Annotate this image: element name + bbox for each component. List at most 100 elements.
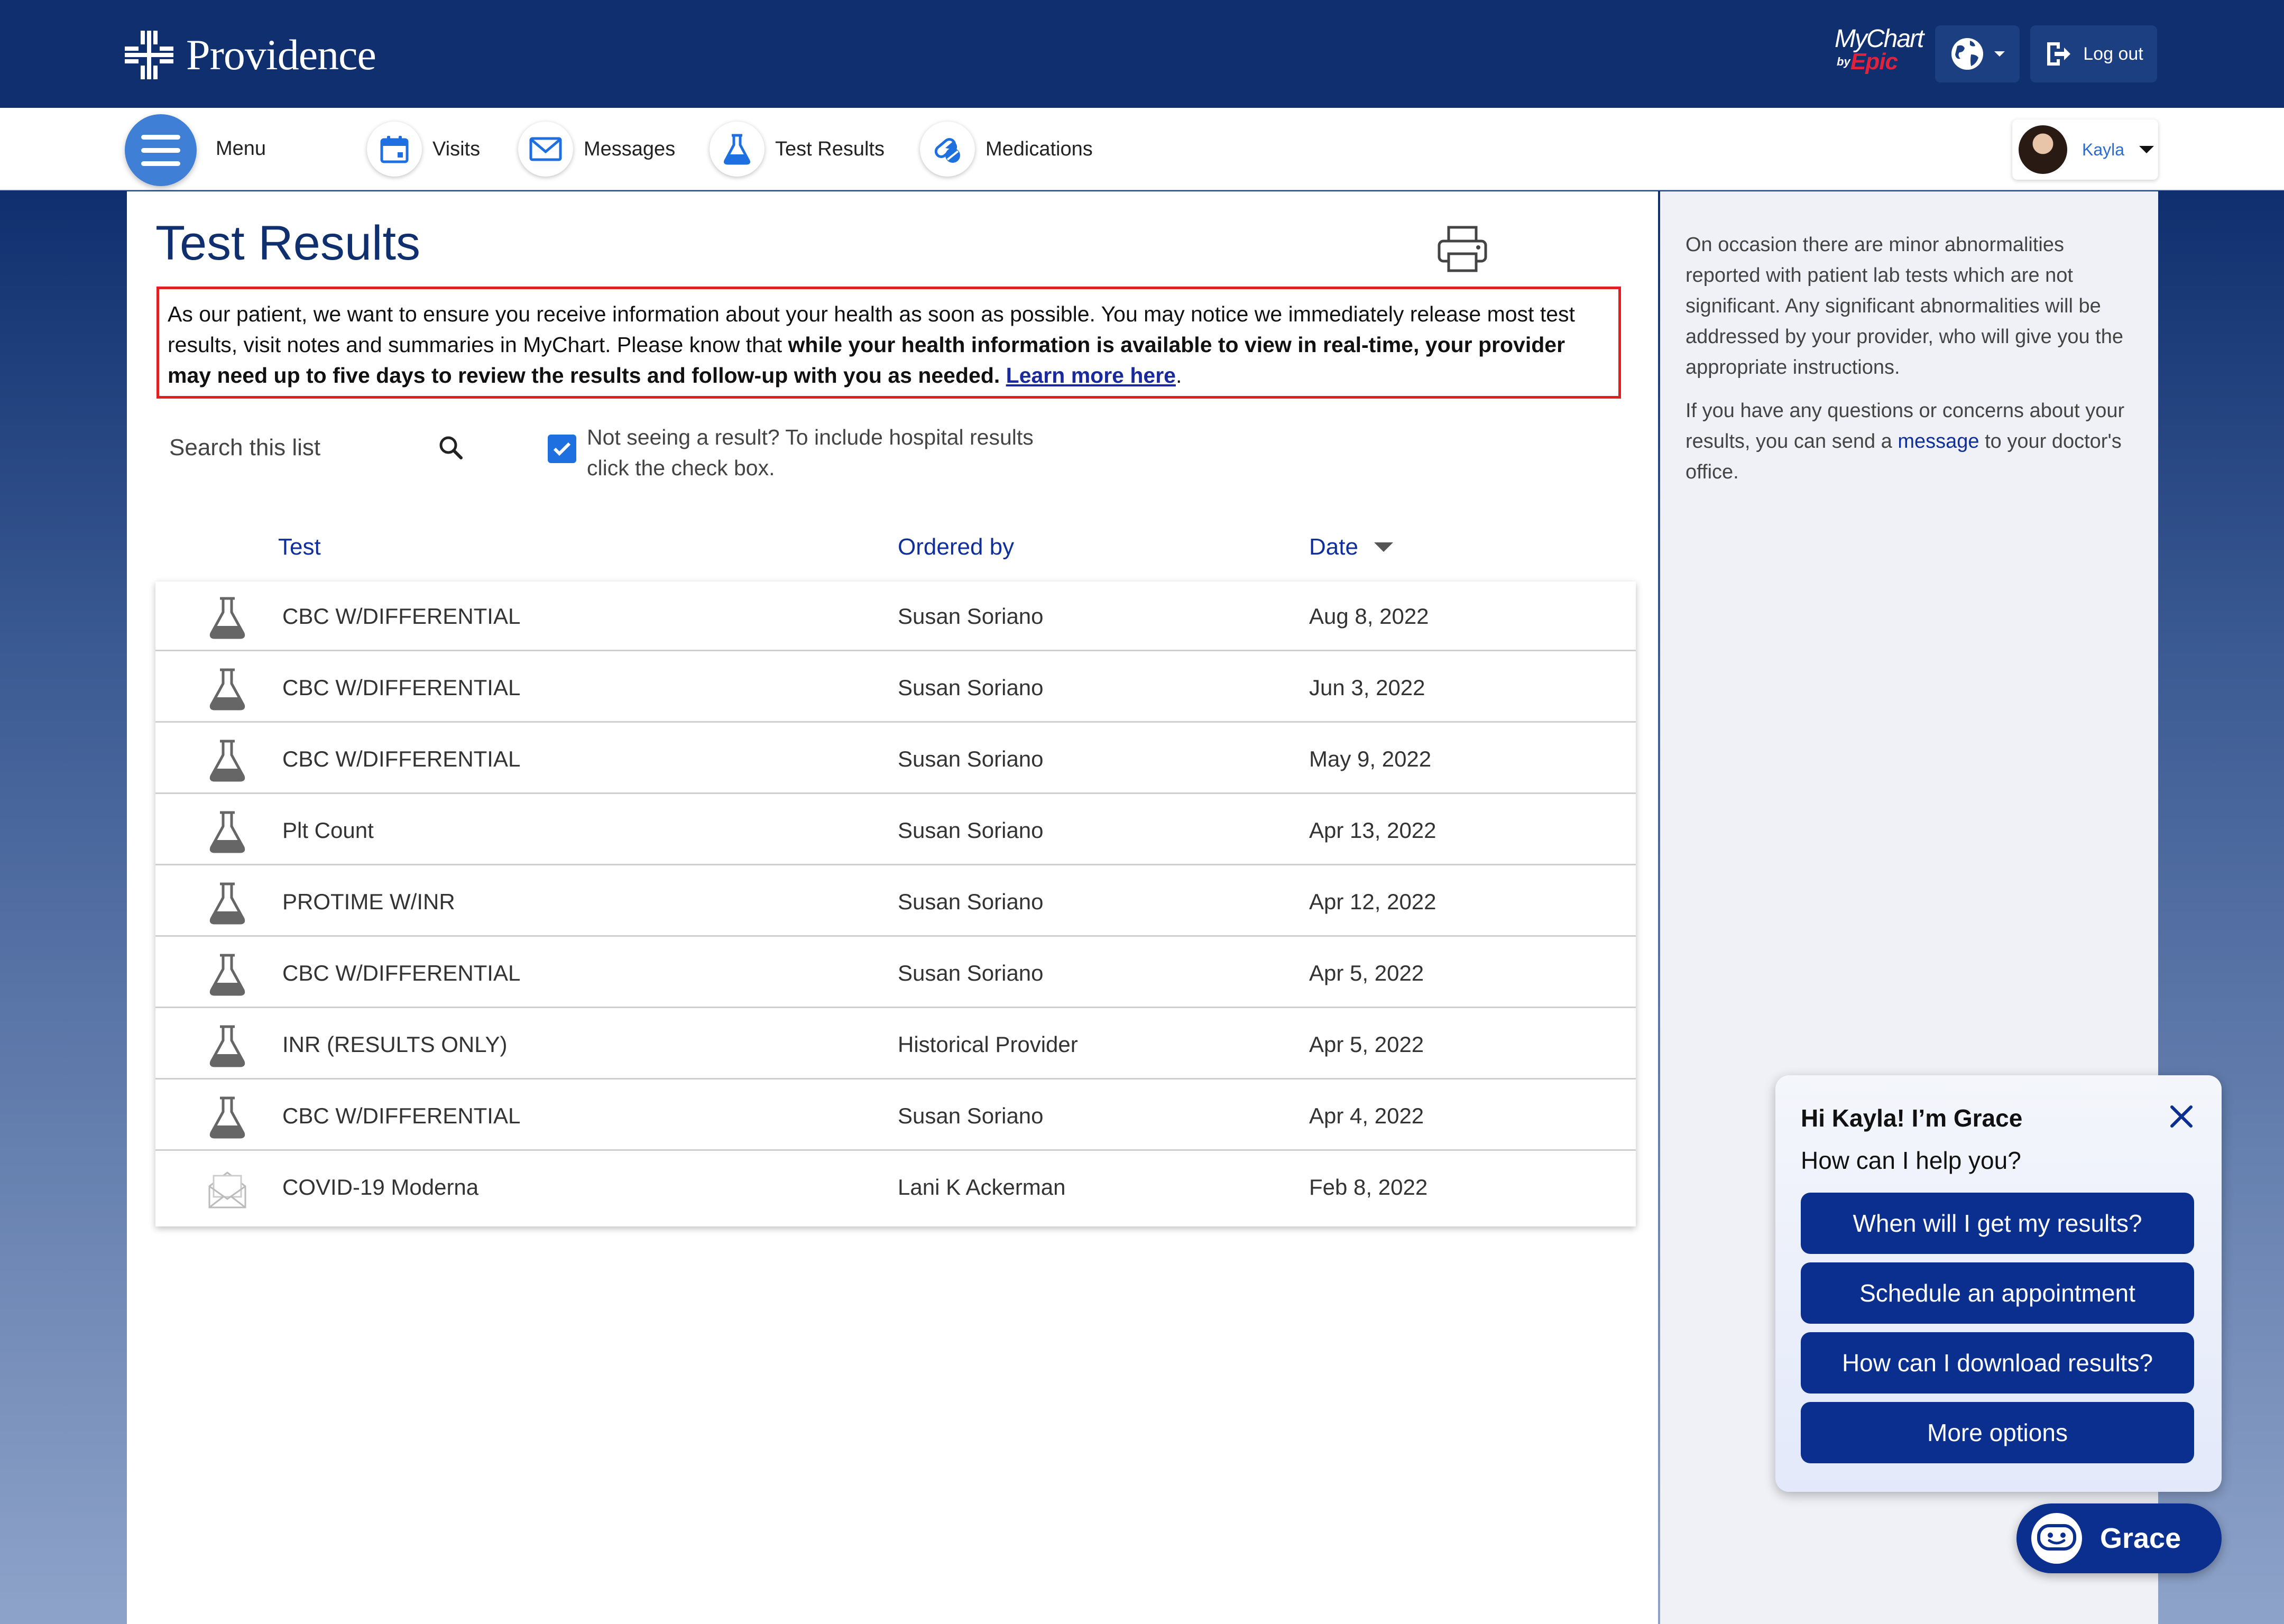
nav-item-messages[interactable]: Messages xyxy=(518,122,675,177)
test-name: Plt Count xyxy=(282,818,374,843)
checkmark-icon xyxy=(553,442,571,456)
grace-chat-panel: Hi Kayla! I’m Grace How can I help you? … xyxy=(1775,1075,2222,1492)
chat-greeting: Hi Kayla! I’m Grace xyxy=(1801,1104,2023,1132)
ordered-by: Lani K Ackerman xyxy=(898,1175,1066,1199)
sidebar-paragraph-abnormalities: On occasion there are minor abnormalitie… xyxy=(1686,234,2124,379)
logout-icon xyxy=(2047,42,2071,66)
flask-icon xyxy=(209,740,245,782)
nav-item-visits[interactable]: Visits xyxy=(367,122,480,177)
message-link[interactable]: message xyxy=(1898,430,1979,453)
table-row[interactable]: CBC W/DIFFERENTIAL Susan Soriano Jun 3, … xyxy=(155,653,1636,723)
hamburger-bar xyxy=(141,147,180,153)
nav-bar: Menu Visits Messages Test Results Medica… xyxy=(0,108,2284,190)
language-button[interactable] xyxy=(1935,25,2020,82)
close-icon[interactable] xyxy=(2167,1102,2196,1131)
search-icon[interactable] xyxy=(437,433,466,463)
mychart-by-text: by xyxy=(1837,55,1850,68)
print-icon[interactable] xyxy=(1437,225,1488,273)
flask-icon xyxy=(724,134,750,165)
chatbot-face-glyph xyxy=(2037,1524,2076,1551)
sort-descending-icon xyxy=(1374,542,1393,552)
nav-icon-wrap xyxy=(367,122,422,177)
nav-icon-wrap xyxy=(920,122,975,177)
table-row[interactable]: CBC W/DIFFERENTIAL Susan Soriano Apr 4, … xyxy=(155,1081,1636,1151)
avatar xyxy=(2019,125,2067,174)
include-hospital-label: Not seeing a result? To include hospital… xyxy=(587,425,1034,480)
column-header-ordered-by[interactable]: Ordered by xyxy=(898,534,1014,560)
nav-item-test-results[interactable]: Test Results xyxy=(710,122,885,177)
main-panel: Test Results As our patient, we want to … xyxy=(127,191,1658,1624)
chat-option-more[interactable]: More options xyxy=(1801,1402,2194,1463)
table-row[interactable]: CBC W/DIFFERENTIAL Susan Soriano Aug 8, … xyxy=(155,582,1636,651)
logout-button[interactable]: Log out xyxy=(2030,25,2157,82)
test-name: PROTIME W/INR xyxy=(282,889,455,914)
ordered-by: Historical Provider xyxy=(898,1032,1078,1057)
nav-label-test-results: Test Results xyxy=(775,137,885,160)
result-date: Apr 5, 2022 xyxy=(1309,961,1424,985)
result-date: Jun 3, 2022 xyxy=(1309,675,1425,700)
nav-label-visits: Visits xyxy=(432,137,481,160)
flask-icon xyxy=(209,1096,245,1139)
menu-label[interactable]: Menu xyxy=(216,137,266,160)
ordered-by: Susan Soriano xyxy=(898,675,1044,700)
result-date: Aug 8, 2022 xyxy=(1309,604,1429,629)
table-row[interactable]: CBC W/DIFFERENTIAL Susan Soriano May 9, … xyxy=(155,724,1636,794)
chevron-down-icon xyxy=(2139,146,2154,153)
grace-chat-button[interactable]: Grace xyxy=(2016,1503,2222,1573)
mychart-by-epic-logo: MyChart by Epic xyxy=(1830,24,1924,79)
flask-icon xyxy=(209,1025,245,1067)
calendar-icon xyxy=(380,136,409,163)
flask-icon xyxy=(209,882,245,925)
test-name: INR (RESULTS ONLY) xyxy=(282,1032,508,1057)
test-name: COVID-19 Moderna xyxy=(282,1175,479,1199)
sidebar-paragraph-questions: If you have any questions or concerns ab… xyxy=(1686,395,2130,487)
column-header-ordered-by-label: Ordered by xyxy=(898,534,1015,560)
test-name: CBC W/DIFFERENTIAL xyxy=(282,1103,521,1128)
results-table: CBC W/DIFFERENTIAL Susan Soriano Aug 8, … xyxy=(155,582,1636,1226)
result-date: Apr 5, 2022 xyxy=(1309,1032,1424,1057)
test-name: CBC W/DIFFERENTIAL xyxy=(282,961,521,985)
column-header-test[interactable]: Test xyxy=(278,534,321,560)
nav-item-medications[interactable]: Medications xyxy=(920,122,1093,177)
chatbot-face-icon xyxy=(2031,1513,2082,1564)
hamburger-bar xyxy=(141,161,180,166)
chevron-down-icon xyxy=(1994,51,2005,57)
envelope-icon xyxy=(529,137,562,161)
table-row[interactable]: Plt Count Susan Soriano Apr 13, 2022 xyxy=(155,796,1636,865)
user-menu-button[interactable]: Kayla xyxy=(2012,119,2158,180)
chat-option-results-timing[interactable]: When will I get my results? xyxy=(1801,1193,2194,1254)
chat-option-download[interactable]: How can I download results? xyxy=(1801,1332,2194,1394)
column-header-test-label: Test xyxy=(278,534,321,560)
result-date: May 9, 2022 xyxy=(1309,746,1432,771)
table-row[interactable]: CBC W/DIFFERENTIAL Susan Soriano Apr 5, … xyxy=(155,938,1636,1008)
learn-more-link[interactable]: Learn more here xyxy=(1006,363,1176,387)
include-hospital-checkbox[interactable] xyxy=(548,435,576,463)
providence-logo[interactable]: Providence xyxy=(125,29,376,81)
nav-label-medications: Medications xyxy=(986,137,1093,160)
grace-button-label: Grace xyxy=(2100,1522,2181,1554)
ordered-by: Susan Soriano xyxy=(898,604,1044,629)
flask-icon xyxy=(209,668,245,710)
menu-button[interactable] xyxy=(125,114,197,186)
flask-icon xyxy=(209,811,245,853)
pills-icon xyxy=(934,138,960,163)
logout-label: Log out xyxy=(2083,43,2143,64)
top-header: Providence MyChart by Epic Log out xyxy=(0,0,2284,108)
table-row[interactable]: PROTIME W/INR Susan Soriano Apr 12, 2022 xyxy=(155,867,1636,937)
epic-wordmark: Epic xyxy=(1850,49,1898,75)
search-input[interactable] xyxy=(156,435,410,461)
ordered-by: Susan Soriano xyxy=(898,746,1044,771)
providence-cross-icon xyxy=(125,31,173,79)
hamburger-icon xyxy=(141,134,180,140)
ordered-by: Susan Soriano xyxy=(898,818,1044,843)
page-title: Test Results xyxy=(155,216,421,270)
envelope-open-icon xyxy=(208,1171,246,1208)
nav-icon-wrap xyxy=(710,122,765,177)
table-row[interactable]: INR (RESULTS ONLY) Historical Provider A… xyxy=(155,1010,1636,1079)
column-header-date[interactable]: Date xyxy=(1309,534,1393,560)
table-row[interactable]: COVID-19 Moderna Lani K Ackerman Feb 8, … xyxy=(155,1152,1636,1222)
nav-label-messages: Messages xyxy=(584,137,676,160)
test-name: CBC W/DIFFERENTIAL xyxy=(282,675,521,700)
chat-option-schedule[interactable]: Schedule an appointment xyxy=(1801,1262,2194,1324)
chat-subtitle: How can I help you? xyxy=(1801,1147,2021,1174)
